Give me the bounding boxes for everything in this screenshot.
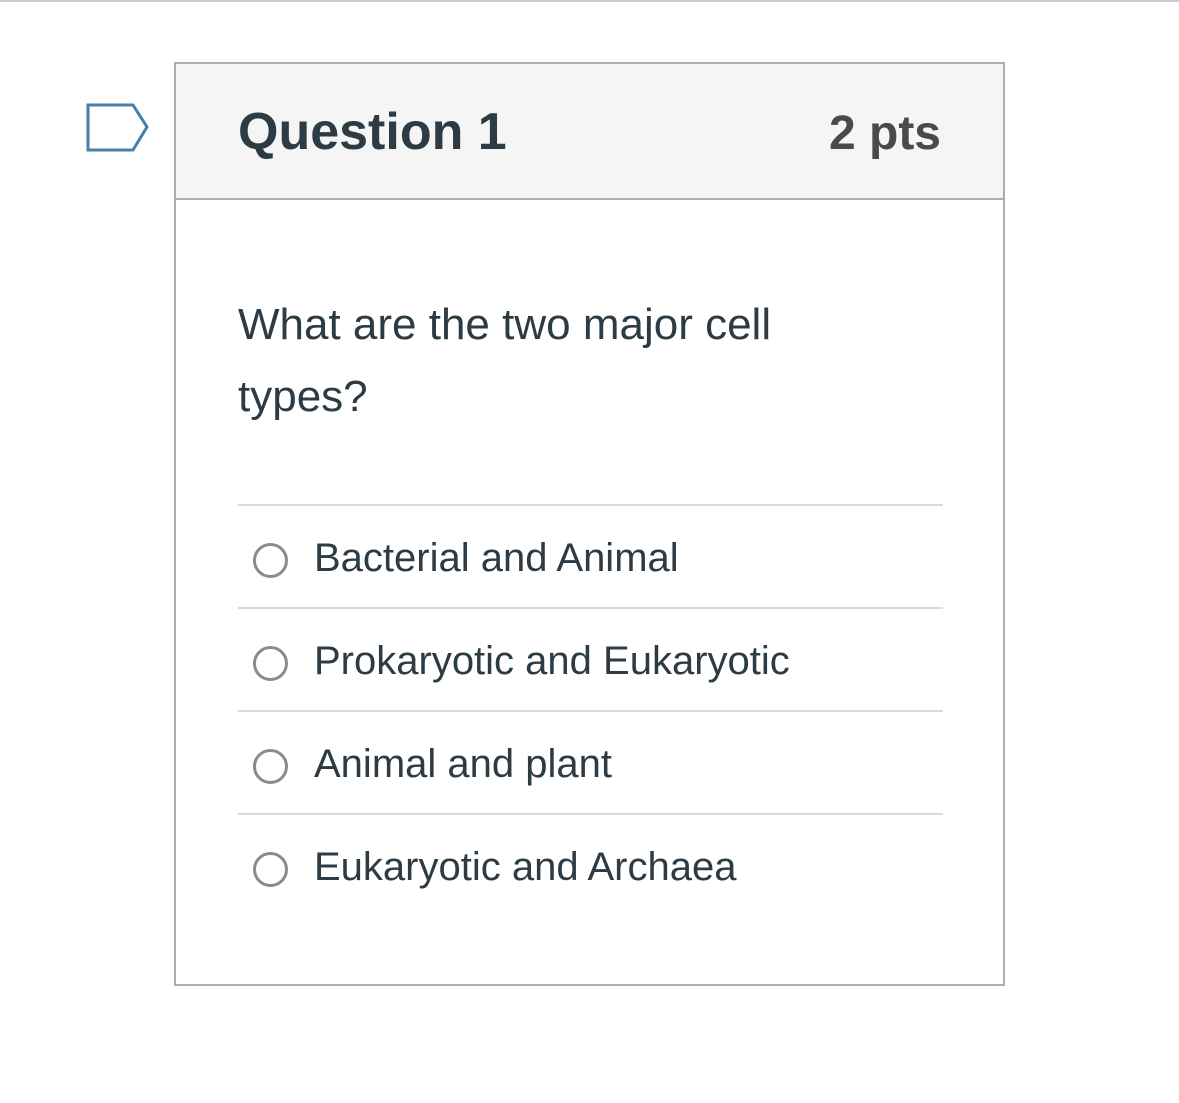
radio-button[interactable] xyxy=(253,646,288,681)
question-text: What are the two major cell types? xyxy=(238,300,772,421)
question-points: 2 pts xyxy=(828,107,941,160)
flag-outline-icon xyxy=(86,103,149,152)
answer-label: Prokaryotic and Eukaryotic xyxy=(314,639,790,683)
answer-list: Bacterial and Animal Prokaryotic and Euk… xyxy=(238,504,943,916)
answer-label: Animal and plant xyxy=(314,742,612,786)
question-card: Question 1 2 pts What are the two major … xyxy=(174,62,1005,986)
answer-label: Eukaryotic and Archaea xyxy=(314,845,737,889)
question-title: Question 1 xyxy=(238,103,507,161)
radio-button[interactable] xyxy=(253,543,288,578)
radio-button[interactable] xyxy=(253,749,288,784)
answer-option[interactable]: Animal and plant xyxy=(238,710,943,813)
radio-button[interactable] xyxy=(253,852,288,887)
flag-question-button[interactable] xyxy=(86,103,150,153)
answer-option[interactable]: Bacterial and Animal xyxy=(238,504,943,607)
question-header: Question 1 2 pts xyxy=(176,64,1003,200)
top-divider xyxy=(0,0,1179,2)
answer-label: Bacterial and Animal xyxy=(314,536,679,580)
answer-option[interactable]: Eukaryotic and Archaea xyxy=(238,813,943,916)
answer-option[interactable]: Prokaryotic and Eukaryotic xyxy=(238,607,943,710)
